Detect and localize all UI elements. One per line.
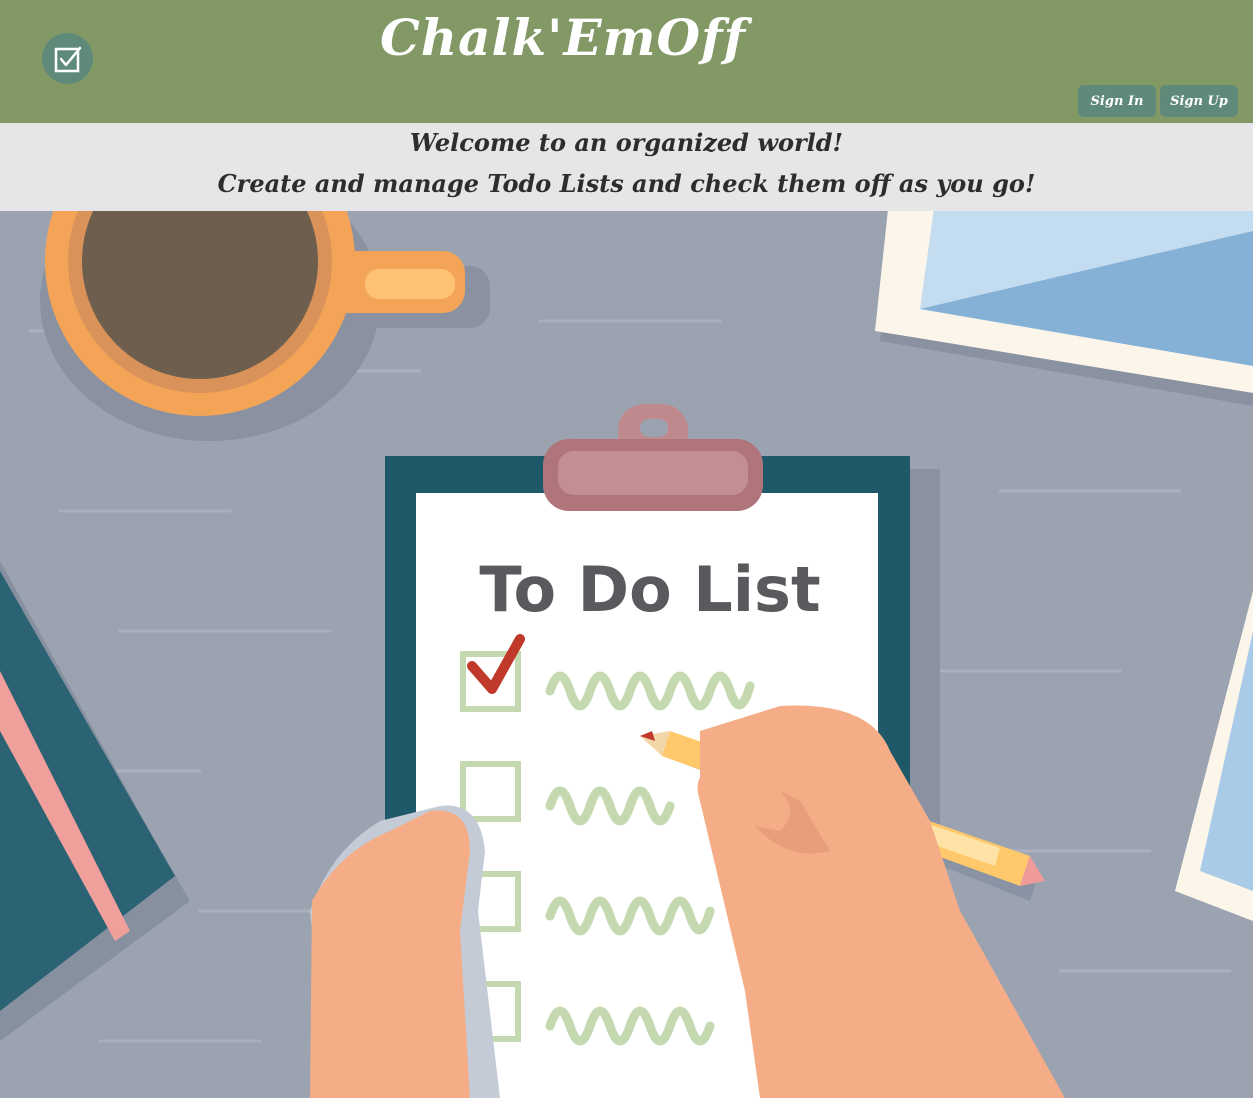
welcome-banner: Welcome to an organized world! Create an… — [0, 123, 1253, 211]
sign-in-button[interactable]: Sign In — [1078, 85, 1156, 117]
welcome-subtitle: Create and manage Todo Lists and check t… — [217, 169, 1036, 198]
logo-button[interactable] — [42, 33, 93, 84]
top-header: Chalk'EmOff Sign In Sign Up — [0, 0, 1253, 123]
hero-illustration: To Do List — [0, 211, 1253, 1098]
sign-up-button[interactable]: Sign Up — [1160, 85, 1238, 117]
welcome-heading: Welcome to an organized world! — [409, 128, 844, 157]
checkbox-checked-icon — [54, 46, 81, 72]
site-title[interactable]: Chalk'EmOff — [380, 8, 745, 78]
clipboard-title: To Do List — [479, 553, 820, 626]
